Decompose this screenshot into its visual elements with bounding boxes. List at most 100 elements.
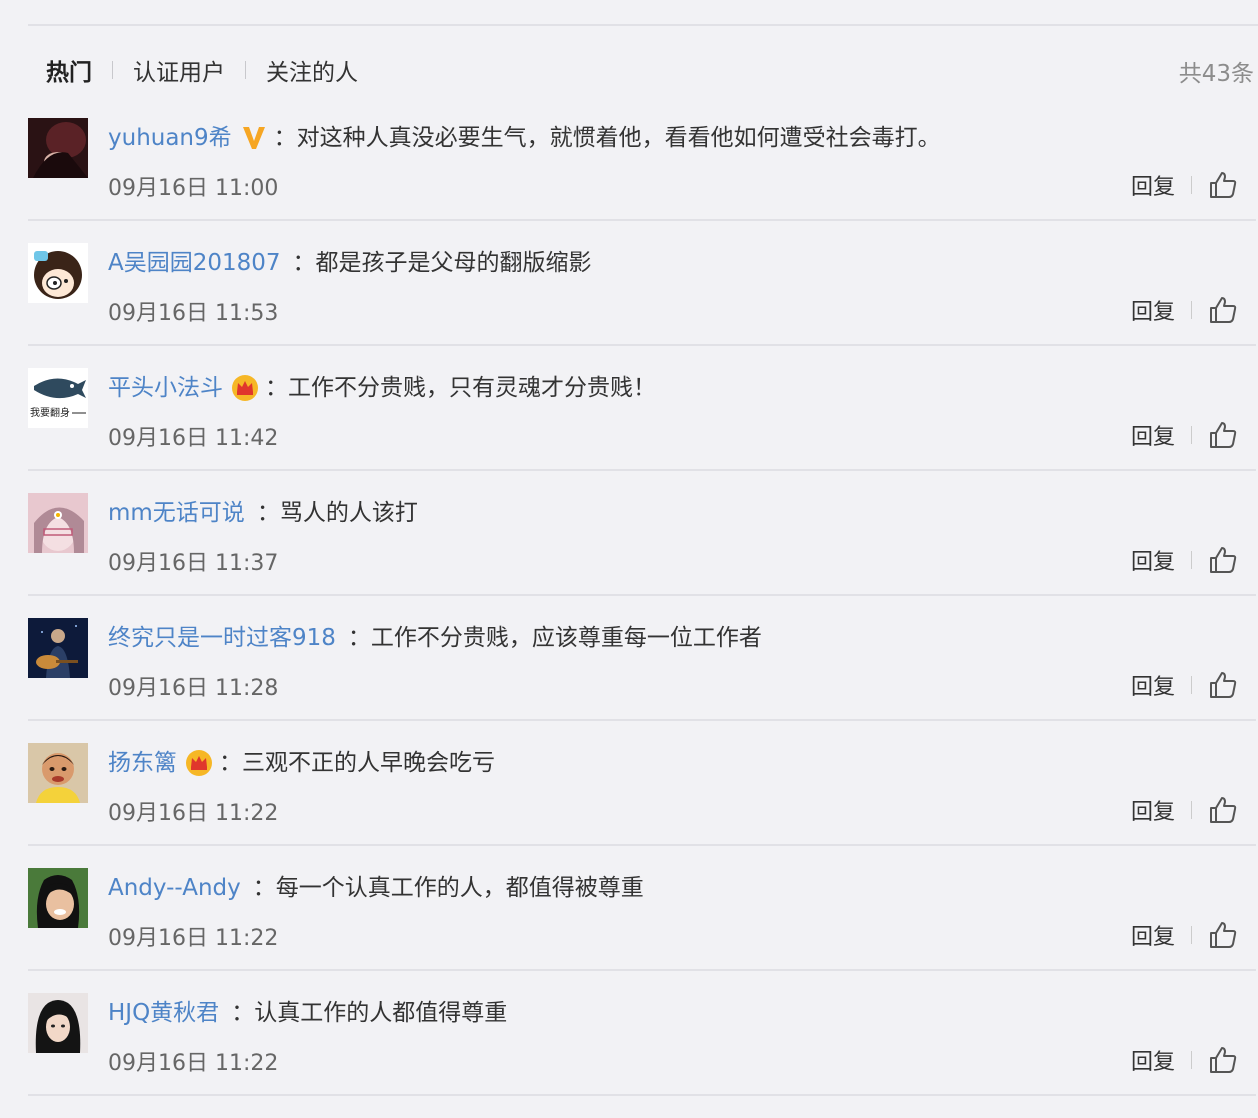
comment-content: 三观不正的人早晚会吃亏 (242, 750, 495, 776)
tab-separator (245, 61, 246, 79)
comment-total-count: 共43条 (1178, 61, 1254, 87)
comment-content: 工作不分贵贱，只有灵魂才分贵贱！ (288, 375, 656, 401)
crown-icon[interactable] (185, 749, 213, 777)
reply-button[interactable]: 回复 (1131, 419, 1175, 451)
username-link[interactable]: 平头小法斗 (108, 368, 223, 408)
action-separator (1191, 176, 1192, 194)
comment-actions: 回复 (1131, 168, 1238, 202)
comment-colon: ： (256, 500, 280, 526)
reply-button[interactable]: 回复 (1131, 544, 1175, 576)
comment-actions: 回复 (1131, 543, 1238, 577)
comment-actions: 回复 (1131, 293, 1238, 327)
thumbs-up-icon[interactable] (1208, 1045, 1238, 1075)
comment-text: mm无话可说 ： 骂人的人该打 (108, 493, 1198, 533)
comment-content: 对这种人真没必要生气，就惯着他，看看他如何遭受社会毒打。 (296, 125, 941, 151)
tab-separator (112, 61, 113, 79)
comment-item: Andy--Andy ： 每一个认真工作的人，都值得被尊重 09月16日 11:… (0, 846, 1258, 971)
thumbs-up-icon[interactable] (1208, 545, 1238, 575)
comment-item: yuhuan9希 ： 对这种人真没必要生气，就惯着他，看看他如何遭受社会毒打。 … (0, 96, 1258, 221)
reply-button[interactable]: 回复 (1131, 669, 1175, 701)
comment-actions: 回复 (1131, 418, 1238, 452)
thumbs-up-icon[interactable] (1208, 295, 1238, 325)
comment-content: 认真工作的人都值得尊重 (254, 1000, 508, 1026)
action-separator (1191, 426, 1192, 444)
comment-filter-tabs: 热门 认证用户 关注的人 (46, 52, 358, 88)
verified-v-icon[interactable] (240, 124, 268, 152)
crown-icon[interactable] (231, 374, 259, 402)
avatar[interactable] (28, 618, 88, 678)
username-link[interactable]: yuhuan9希 (108, 118, 232, 158)
comment-actions: 回复 (1131, 918, 1238, 952)
comment-colon: ： (273, 125, 297, 151)
comment-page: 热门 认证用户 关注的人 共43条 yuhuan9希 ： 对这种人真没必要生气，… (0, 0, 1258, 1118)
comment-content: 工作不分贵贱，应该尊重每一位工作者 (370, 625, 762, 651)
top-divider (28, 24, 1258, 26)
action-separator (1191, 551, 1192, 569)
avatar[interactable] (28, 993, 88, 1053)
avatar[interactable]: 我要翻身 (28, 368, 88, 428)
comment-colon: ： (252, 875, 276, 901)
comment-time: 09月16日 11:53 (108, 301, 279, 326)
avatar[interactable] (28, 243, 88, 303)
comment-list: yuhuan9希 ： 对这种人真没必要生气，就惯着他，看看他如何遭受社会毒打。 … (0, 96, 1258, 1096)
comment-content: 每一个认真工作的人，都值得被尊重 (275, 875, 644, 901)
action-separator (1191, 1051, 1192, 1069)
reply-button[interactable]: 回复 (1131, 169, 1175, 201)
comment-time: 09月16日 11:00 (108, 176, 279, 201)
action-separator (1191, 801, 1192, 819)
comment-colon: ： (292, 250, 316, 276)
comment-item: mm无话可说 ： 骂人的人该打 09月16日 11:37 回复 (0, 471, 1258, 596)
comment-text: 扬东篱 ： 三观不正的人早晚会吃亏 (108, 743, 1198, 783)
comment-text: 平头小法斗 ： 工作不分贵贱，只有灵魂才分贵贱！ (108, 368, 1198, 408)
comment-colon: ： (265, 375, 288, 401)
thumbs-up-icon[interactable] (1208, 670, 1238, 700)
reply-button[interactable]: 回复 (1131, 919, 1175, 951)
comment-actions: 回复 (1131, 668, 1238, 702)
comment-item: HJQ黄秋君 ： 认真工作的人都值得尊重 09月16日 11:22 回复 (0, 971, 1258, 1096)
username-link[interactable]: A吴园园201807 (108, 243, 281, 283)
comment-colon: ： (219, 750, 242, 776)
username-link[interactable]: HJQ黄秋君 (108, 993, 219, 1033)
tab-hot[interactable]: 热门 (46, 53, 92, 87)
comment-content: 骂人的人该打 (279, 500, 418, 526)
username-link[interactable]: 扬东篱 (108, 743, 177, 783)
comment-actions: 回复 (1131, 1043, 1238, 1077)
comment-text: HJQ黄秋君 ： 认真工作的人都值得尊重 (108, 993, 1198, 1033)
avatar[interactable] (28, 868, 88, 928)
comment-time: 09月16日 11:28 (108, 676, 279, 701)
comment-item: 扬东篱 ： 三观不正的人早晚会吃亏 09月16日 11:22 回复 (0, 721, 1258, 846)
comment-time: 09月16日 11:22 (108, 926, 279, 951)
thumbs-up-icon[interactable] (1208, 920, 1238, 950)
tab-verified-users[interactable]: 认证用户 (133, 53, 225, 87)
reply-button[interactable]: 回复 (1131, 1044, 1175, 1076)
avatar[interactable] (28, 118, 88, 178)
comment-text: Andy--Andy ： 每一个认真工作的人，都值得被尊重 (108, 868, 1198, 908)
avatar[interactable] (28, 743, 88, 803)
comment-text: 终究只是一时过客918 ： 工作不分贵贱，应该尊重每一位工作者 (108, 618, 1198, 658)
thumbs-up-icon[interactable] (1208, 170, 1238, 200)
avatar[interactable] (28, 493, 88, 553)
comment-text: yuhuan9希 ： 对这种人真没必要生气，就惯着他，看看他如何遭受社会毒打。 (108, 118, 1198, 158)
reply-button[interactable]: 回复 (1131, 294, 1175, 326)
comment-colon: ： (231, 1000, 255, 1026)
action-separator (1191, 926, 1192, 944)
comment-divider (28, 1094, 1256, 1096)
reply-button[interactable]: 回复 (1131, 794, 1175, 826)
comment-text: A吴园园201807 ： 都是孩子是父母的翻版缩影 (108, 243, 1198, 283)
comment-item: 我要翻身 平头小法斗 ： 工作不分贵贱，只有灵魂才分贵贱！ 09月16日 11:… (0, 346, 1258, 471)
comment-colon: ： (347, 625, 371, 651)
comment-item: A吴园园201807 ： 都是孩子是父母的翻版缩影 09月16日 11:53 回… (0, 221, 1258, 346)
comment-time: 09月16日 11:22 (108, 801, 279, 826)
comment-content: 都是孩子是父母的翻版缩影 (315, 250, 592, 276)
thumbs-up-icon[interactable] (1208, 795, 1238, 825)
thumbs-up-icon[interactable] (1208, 420, 1238, 450)
username-link[interactable]: mm无话可说 (108, 493, 245, 533)
username-link[interactable]: Andy--Andy (108, 868, 241, 908)
comment-time: 09月16日 11:42 (108, 426, 279, 451)
action-separator (1191, 676, 1192, 694)
comment-item: 终究只是一时过客918 ： 工作不分贵贱，应该尊重每一位工作者 09月16日 1… (0, 596, 1258, 721)
username-link[interactable]: 终究只是一时过客918 (108, 618, 336, 658)
tab-following[interactable]: 关注的人 (266, 53, 358, 87)
svg-text:我要翻身: 我要翻身 (30, 406, 70, 419)
comment-actions: 回复 (1131, 793, 1238, 827)
